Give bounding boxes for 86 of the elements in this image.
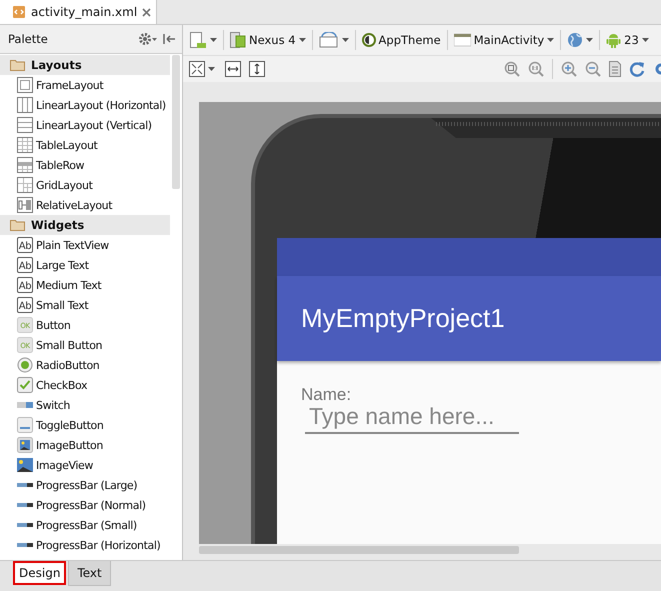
image-button-icon <box>17 437 33 453</box>
caret-icon <box>642 38 649 42</box>
tab-label: activity_main.xml <box>31 5 138 19</box>
gear-icon[interactable] <box>138 32 158 46</box>
device-dropdown[interactable]: Nexus 4 <box>228 30 308 50</box>
caret-icon <box>586 38 594 42</box>
palette-item[interactable]: CheckBox <box>0 375 170 395</box>
text-icon: Ab <box>17 257 33 273</box>
phone-device-icon <box>189 31 207 49</box>
folder-icon <box>10 219 25 231</box>
frame-layout-icon <box>17 77 33 93</box>
palette-item[interactable]: Ab Plain TextView <box>0 235 170 255</box>
palette-item[interactable]: LinearLayout (Vertical) <box>0 115 170 135</box>
palette-section[interactable]: Widgets <box>0 215 170 235</box>
orientation-button[interactable] <box>316 30 351 50</box>
palette-item[interactable]: Switch <box>0 395 170 415</box>
xml-file-icon <box>12 5 26 19</box>
editor-tab[interactable]: activity_main.xml <box>0 0 158 24</box>
device-menu-button[interactable] <box>187 29 219 51</box>
table-icon <box>17 137 33 153</box>
palette-item[interactable]: TableLayout <box>0 135 170 155</box>
image-icon <box>17 457 33 473</box>
actual-size-icon[interactable] <box>528 61 544 77</box>
zoom-in-icon[interactable] <box>561 61 577 77</box>
palette-item[interactable]: ProgressBar (Small) <box>0 515 170 535</box>
locale-button[interactable] <box>565 30 596 50</box>
zoom-out-icon[interactable] <box>585 61 601 77</box>
horizontal-arrows-icon[interactable] <box>225 61 241 77</box>
vertical-arrows-icon[interactable] <box>249 61 265 77</box>
hide-panel-icon[interactable] <box>162 32 176 46</box>
caret-icon <box>342 38 349 42</box>
refresh-icon[interactable] <box>629 61 645 77</box>
text-icon: Ab <box>17 277 33 293</box>
editor-mode-tab[interactable]: Design <box>13 561 66 585</box>
checkbox-icon <box>17 377 33 393</box>
scrollbar[interactable] <box>172 55 180 189</box>
palette-item[interactable]: FrameLayout <box>0 75 170 95</box>
theme-button[interactable]: AppTheme <box>360 31 443 49</box>
palette-item[interactable]: ImageView <box>0 455 170 475</box>
relative-layout-icon <box>17 197 33 213</box>
text-icon: Ab <box>17 297 33 313</box>
palette-item[interactable]: Ab Large Text <box>0 255 170 275</box>
globe-icon <box>567 32 584 48</box>
zoom-to-fit-icon[interactable] <box>504 61 520 77</box>
toggle-button-icon <box>17 417 33 433</box>
palette-item[interactable]: ProgressBar (Horizontal) <box>0 535 170 555</box>
caret-icon <box>547 38 554 42</box>
document-icon[interactable] <box>609 61 621 77</box>
activity-window-icon <box>454 33 471 47</box>
palette-item[interactable]: ProgressBar (Large) <box>0 475 170 495</box>
app-title: MyEmptyProject1 <box>301 303 505 334</box>
api-level-dropdown[interactable]: 23 <box>604 30 651 50</box>
devices-icon <box>230 32 246 48</box>
table-row-icon <box>17 157 33 173</box>
palette-item[interactable]: LinearLayout (Horizontal) <box>0 95 170 115</box>
theme-icon <box>362 33 376 47</box>
rows-layout-icon <box>17 117 33 133</box>
palette-title: Palette <box>8 32 49 46</box>
android-icon <box>606 32 622 48</box>
palette-item[interactable]: RadioButton <box>0 355 170 375</box>
scrollbar[interactable] <box>199 546 519 554</box>
columns-layout-icon <box>17 97 33 113</box>
grid-icon <box>17 177 33 193</box>
name-input-field[interactable]: Type name here... <box>305 403 519 434</box>
palette-section[interactable]: Layouts <box>0 55 170 75</box>
palette-item[interactable]: Ab Medium Text <box>0 275 170 295</box>
radio-icon <box>17 357 33 373</box>
palette-item[interactable]: RelativeLayout <box>0 195 170 215</box>
palette-item[interactable]: GridLayout <box>0 175 170 195</box>
rotate-screen-icon <box>318 32 339 48</box>
zoom-fit-button[interactable] <box>187 59 217 79</box>
editor-mode-tab[interactable]: Text <box>68 561 111 586</box>
text-icon: Ab <box>17 237 33 253</box>
activity-dropdown[interactable]: MainActivity <box>452 31 556 49</box>
palette-item[interactable]: ToggleButton <box>0 415 170 435</box>
palette-item[interactable]: ProgressBar (Normal) <box>0 495 170 515</box>
close-icon[interactable] <box>142 8 152 16</box>
name-label: Name: <box>301 387 352 403</box>
caret-icon <box>298 38 306 42</box>
palette-item[interactable]: TableRow <box>0 155 170 175</box>
palette-item[interactable]: Ab Small Text <box>0 295 170 315</box>
palette-item[interactable]: ImageButton <box>0 435 170 455</box>
expand-icon <box>189 61 205 77</box>
caret-icon <box>208 67 215 71</box>
caret-icon <box>210 38 217 42</box>
folder-icon <box>10 59 25 71</box>
